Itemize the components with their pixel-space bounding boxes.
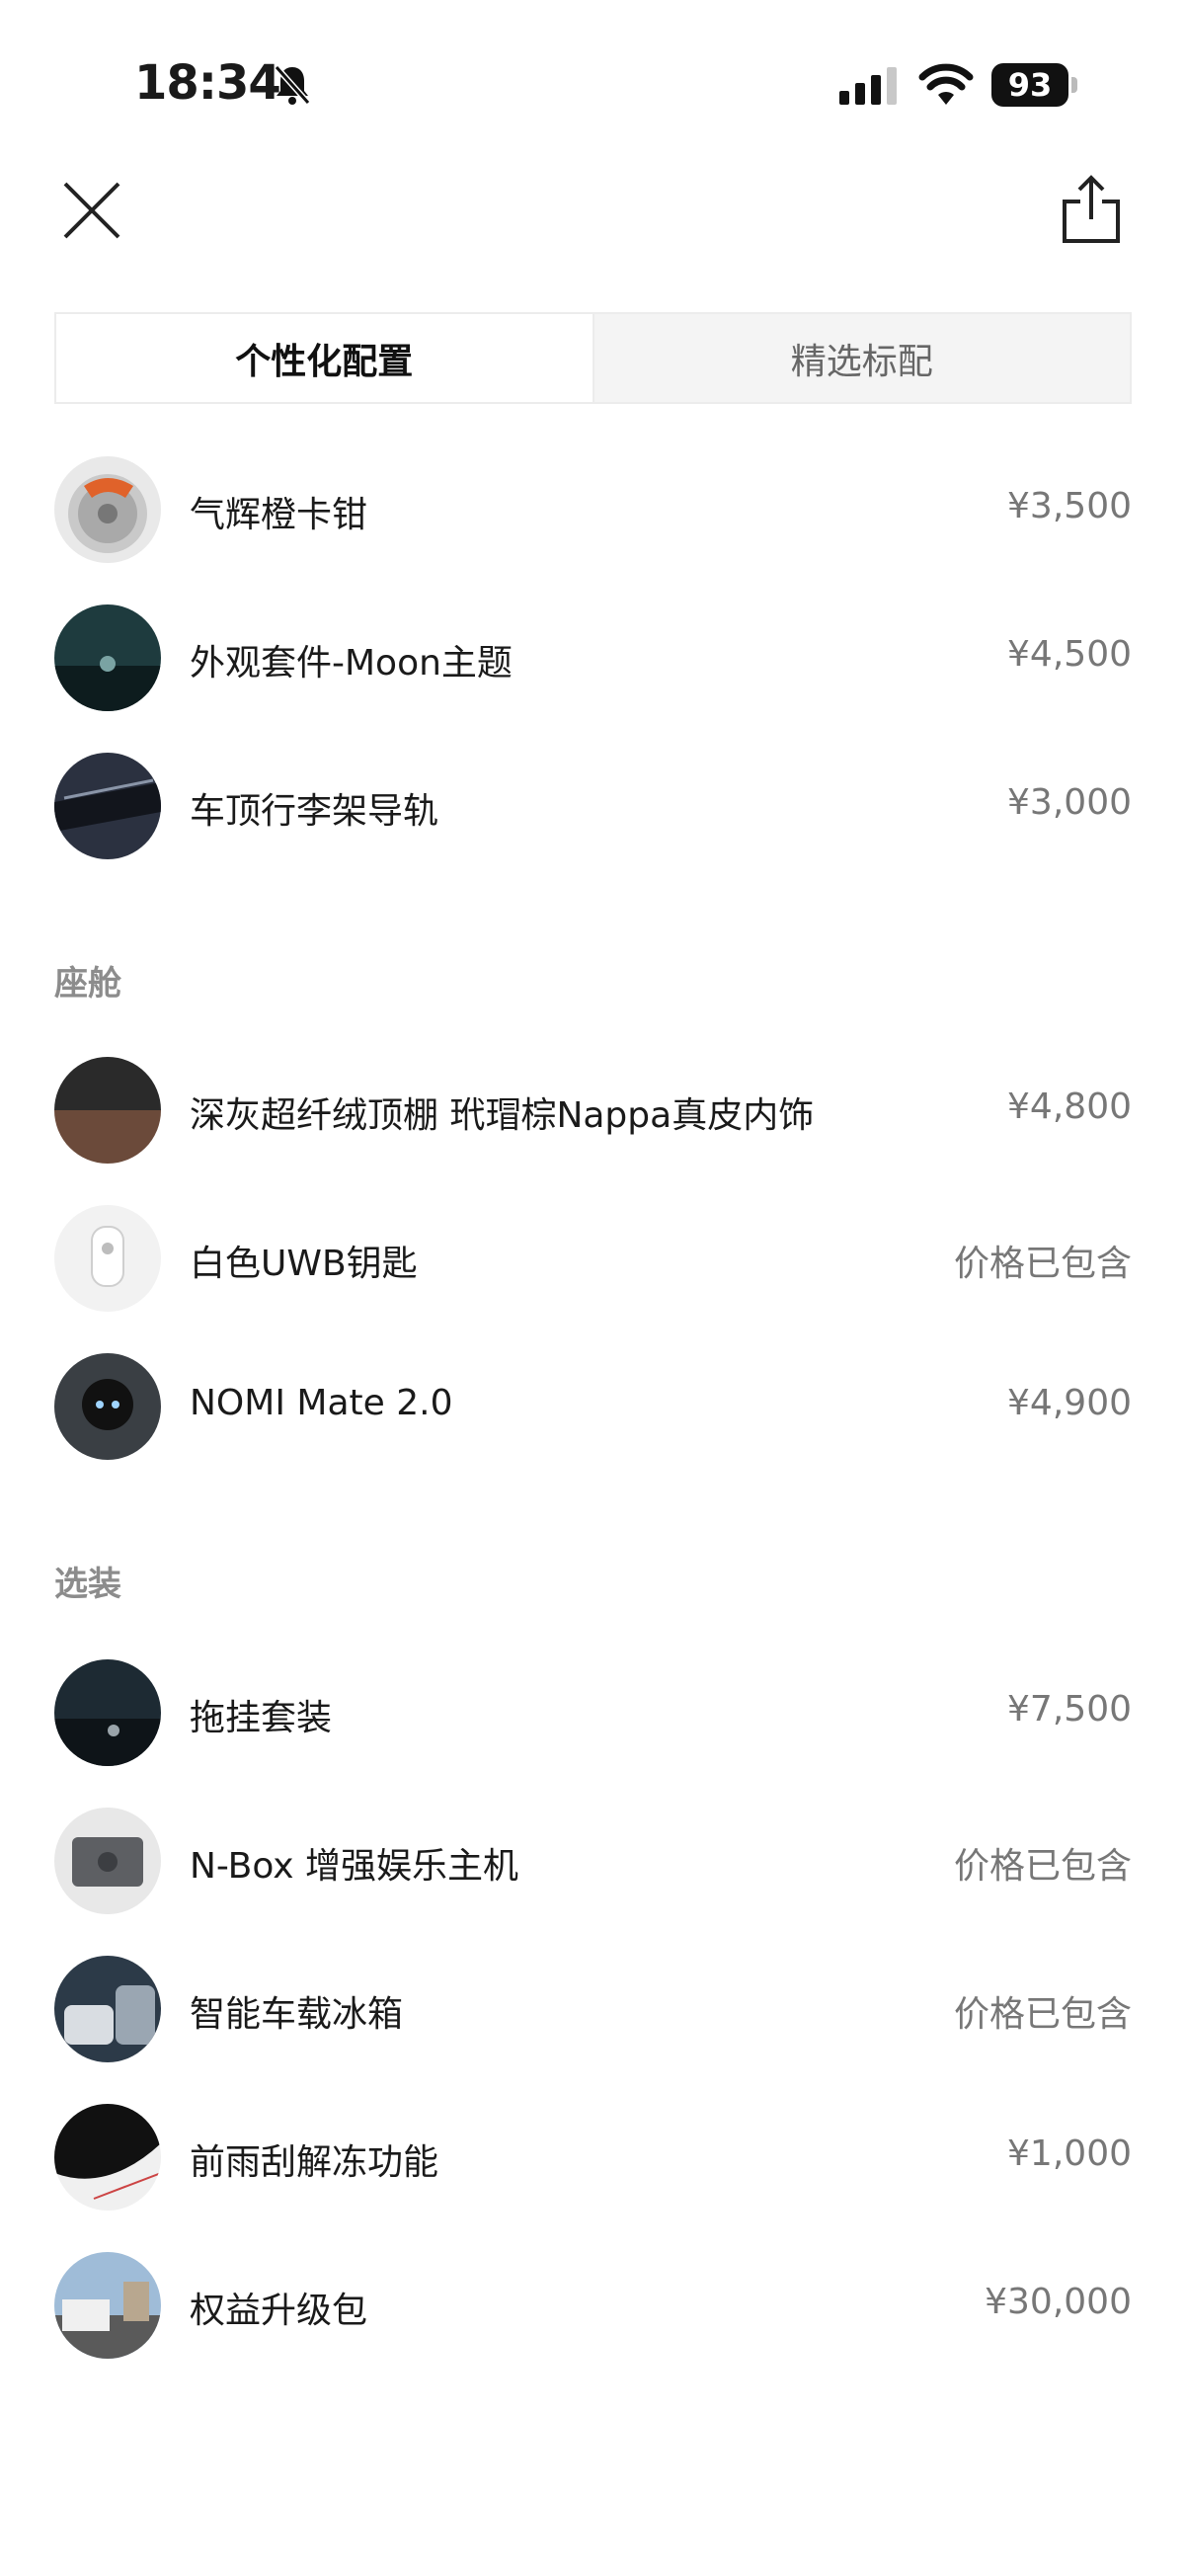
cellular-signal-icon (839, 67, 897, 105)
item-name: 拖挂套装 (190, 1698, 333, 1738)
item-price: ¥4,800 (1007, 1087, 1132, 1127)
list-item[interactable]: 权益升级包 ¥30,000 (54, 2252, 1132, 2361)
item-thumbnail-tow-kit (54, 1659, 161, 1766)
item-price: ¥3,000 (1007, 782, 1132, 823)
battery-level: 93 (991, 63, 1068, 107)
share-icon[interactable] (1059, 174, 1124, 245)
list-item[interactable]: 拖挂套装 ¥7,500 (54, 1659, 1132, 1768)
list-item[interactable]: 智能车载冰箱 价格已包含 (54, 1956, 1132, 2064)
item-thumbnail-nbox (54, 1808, 161, 1914)
bell-muted-icon (274, 65, 311, 105)
wifi-icon (918, 63, 974, 105)
status-time: 18:34 (134, 55, 281, 111)
item-thumbnail-wiper (54, 2104, 161, 2211)
item-name: 气辉橙卡钳 (190, 495, 368, 535)
battery-tip (1071, 77, 1077, 93)
item-name: 权益升级包 (190, 2291, 368, 2331)
item-name: 白色UWB钥匙 (190, 1244, 418, 1284)
item-name: 车顶行李架导轨 (190, 791, 439, 832)
item-name: N-Box 增强娱乐主机 (190, 1846, 519, 1887)
battery-indicator: 93 (991, 63, 1078, 107)
item-name: 前雨刮解冻功能 (190, 2142, 439, 2183)
item-name: NOMI Mate 2.0 (190, 1383, 453, 1423)
close-icon[interactable] (59, 178, 124, 243)
list-item[interactable]: N-Box 增强娱乐主机 价格已包含 (54, 1808, 1132, 1916)
section-title-options: 选装 (54, 1565, 121, 1604)
section-title-cabin: 座舱 (54, 964, 121, 1004)
item-price: 价格已包含 (953, 1994, 1132, 2035)
list-item[interactable]: 前雨刮解冻功能 ¥1,000 (54, 2104, 1132, 2213)
item-price: ¥4,500 (1007, 634, 1132, 675)
list-item[interactable]: 深灰超纤绒顶棚 玳瑁棕Nappa真皮内饰 ¥4,800 (54, 1057, 1132, 1166)
config-tabs: 个性化配置 精选标配 (54, 312, 1132, 404)
item-thumbnail-benefits (54, 2252, 161, 2359)
item-thumbnail-moon-theme (54, 604, 161, 711)
list-item[interactable]: NOMI Mate 2.0 ¥4,900 (54, 1353, 1132, 1462)
item-thumbnail-uwb-key (54, 1205, 161, 1312)
tab-standard[interactable]: 精选标配 (594, 314, 1131, 402)
item-thumbnail-caliper (54, 456, 161, 563)
item-price: ¥30,000 (985, 2282, 1132, 2322)
item-price: 价格已包含 (953, 1846, 1132, 1887)
item-price: ¥4,900 (1007, 1383, 1132, 1423)
item-price: ¥7,500 (1007, 1689, 1132, 1730)
list-item[interactable]: 白色UWB钥匙 价格已包含 (54, 1205, 1132, 1314)
list-item[interactable]: 车顶行李架导轨 ¥3,000 (54, 753, 1132, 861)
item-price: 价格已包含 (953, 1244, 1132, 1284)
tab-personalized[interactable]: 个性化配置 (56, 314, 594, 402)
item-price: ¥3,500 (1007, 486, 1132, 526)
item-thumbnail-interior (54, 1057, 161, 1164)
list-item[interactable]: 外观套件-Moon主题 ¥4,500 (54, 604, 1132, 713)
item-price: ¥1,000 (1007, 2133, 1132, 2174)
item-thumbnail-nomi (54, 1353, 161, 1460)
status-bar: 18:34 93 (0, 0, 1185, 148)
item-name: 深灰超纤绒顶棚 玳瑁棕Nappa真皮内饰 (190, 1095, 815, 1136)
item-thumbnail-roof-rail (54, 753, 161, 859)
list-item[interactable]: 气辉橙卡钳 ¥3,500 (54, 456, 1132, 565)
item-thumbnail-fridge (54, 1956, 161, 2062)
item-name: 外观套件-Moon主题 (190, 643, 513, 684)
item-name: 智能车载冰箱 (190, 1994, 404, 2035)
